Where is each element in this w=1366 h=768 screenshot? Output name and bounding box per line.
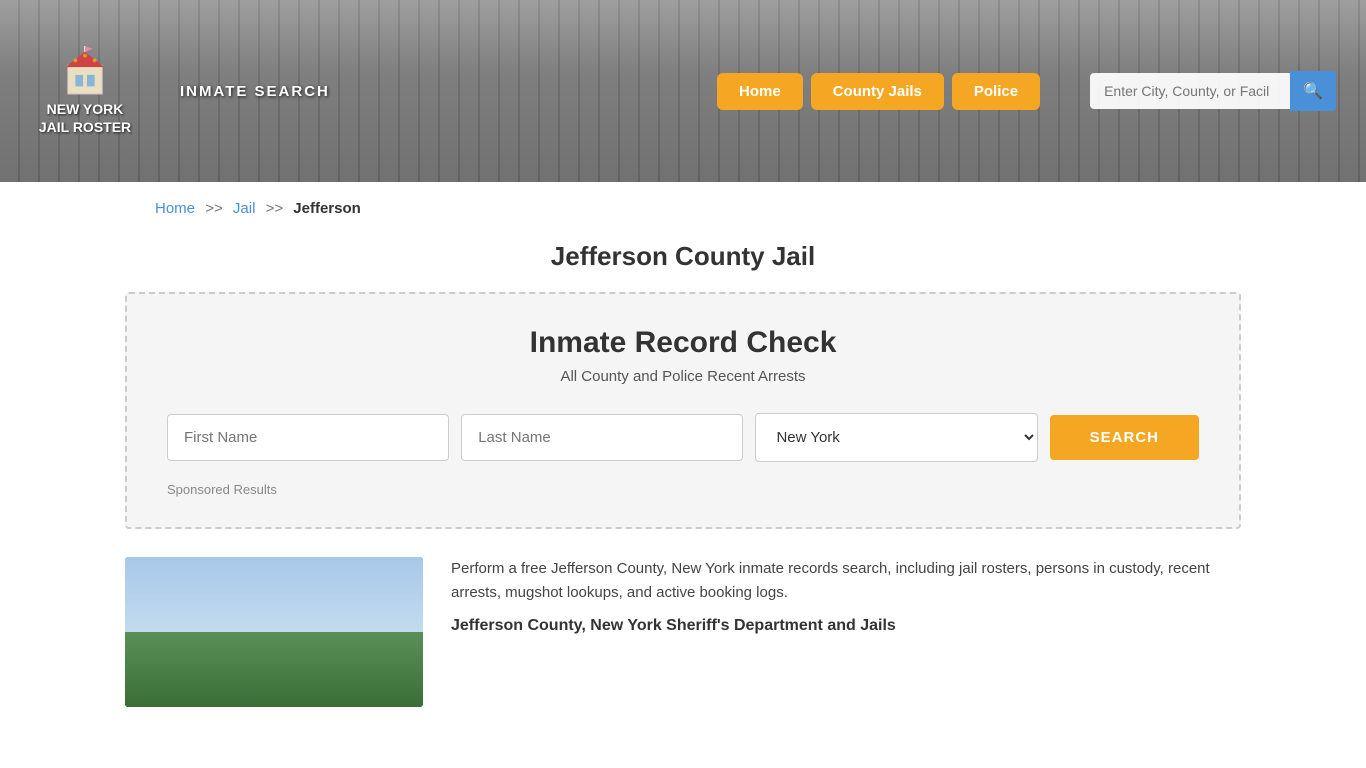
bottom-description: Perform a free Jefferson County, New Yor… [451,557,1241,605]
logo-icon [55,46,115,96]
breadcrumb: Home >> Jail >> Jefferson [0,182,1366,227]
breadcrumb-jail-link[interactable]: Jail [233,200,256,217]
logo-area: NEW YORK JAIL ROSTER [30,46,140,136]
breadcrumb-home-link[interactable]: Home [155,200,195,217]
state-select[interactable]: New YorkAlabamaAlaskaArizonaArkansasCali… [755,413,1037,462]
record-check-section: Inmate Record Check All County and Polic… [125,292,1241,529]
bottom-subheading: Jefferson County, New York Sheriff's Dep… [451,617,1241,635]
nav-county-jails-button[interactable]: County Jails [811,73,944,110]
bottom-section: Perform a free Jefferson County, New Yor… [125,557,1241,707]
breadcrumb-sep-1: >> [205,200,223,217]
sponsored-label: Sponsored Results [167,482,1199,497]
header-search-area: 🔍 [1090,71,1336,111]
header-search-button[interactable]: 🔍 [1290,71,1336,111]
bottom-text-area: Perform a free Jefferson County, New Yor… [451,557,1241,707]
inmate-search-form: New YorkAlabamaAlaskaArizonaArkansasCali… [167,413,1199,462]
nav-home-button[interactable]: Home [717,73,803,110]
header-search-input[interactable] [1090,73,1290,109]
nav-police-button[interactable]: Police [952,73,1040,110]
location-image [125,557,423,707]
record-check-subtitle: All County and Police Recent Arrests [167,368,1199,385]
page-title: Jefferson County Jail [0,241,1366,272]
inmate-search-button[interactable]: SEARCH [1050,415,1199,460]
breadcrumb-current: Jefferson [293,200,361,217]
logo-text: NEW YORK JAIL ROSTER [39,100,131,136]
first-name-input[interactable] [167,414,449,461]
breadcrumb-sep-2: >> [266,200,284,217]
record-check-title: Inmate Record Check [167,326,1199,360]
main-nav: Home County Jails Police [717,73,1040,110]
last-name-input[interactable] [461,414,743,461]
inmate-search-label: INMATE SEARCH [180,83,330,100]
site-header: NEW YORK JAIL ROSTER INMATE SEARCH Home … [0,0,1366,182]
